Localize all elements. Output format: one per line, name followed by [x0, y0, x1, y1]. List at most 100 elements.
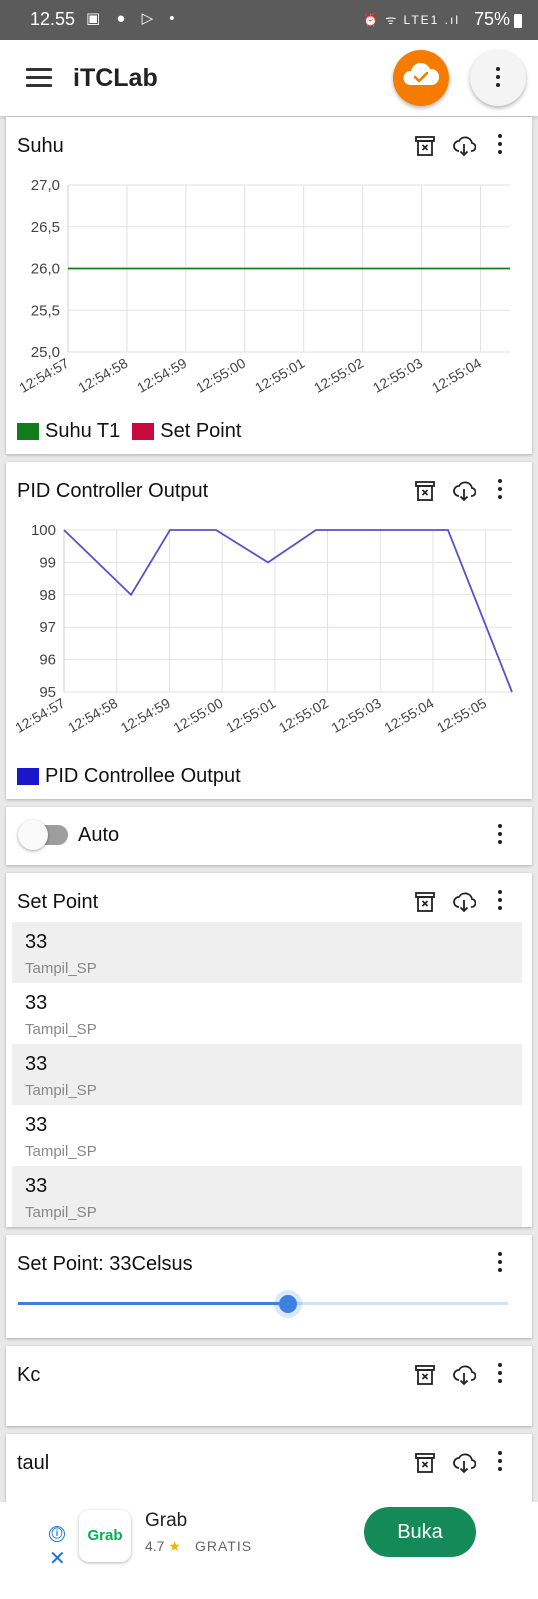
star-icon: ★	[168, 1538, 181, 1554]
card-title: Set Point: 33Celsus	[17, 1253, 193, 1275]
x-tick-label: 12:54:58	[75, 355, 130, 396]
slider-fill	[18, 1302, 288, 1305]
list-item-value: 33	[25, 1175, 48, 1197]
ad-app-logo[interactable]: Grab	[79, 1510, 131, 1562]
ad-price-label: GRATIS	[195, 1538, 253, 1554]
suhu-chart: 27,026,526,025,525,012:54:57 12:54:58 12:5…	[16, 177, 511, 396]
ad-app-name: Grab	[145, 1510, 188, 1531]
y-tick-label: 96	[39, 652, 56, 669]
suhu-legend: Suhu T1 Set Point	[17, 420, 241, 443]
x-tick-label: 12:54:58	[65, 695, 120, 736]
y-tick-label: 100	[31, 522, 56, 539]
card-title: Kc	[17, 1364, 41, 1386]
pid-legend: PID Controllee Output	[17, 765, 241, 788]
archive-clear-icon[interactable]	[413, 1362, 437, 1388]
ad-rating: 4.7 ★	[145, 1538, 181, 1555]
x-tick-label: 12:55:03	[370, 355, 425, 396]
suhu-card: Suhu 27,0 26,5 26,0 25,5 25,0 12:54:57 12:54:5…	[6, 117, 532, 454]
x-tick-label: 12:55:03	[329, 695, 384, 736]
list-item-label: Tampil_SP	[25, 1143, 97, 1160]
y-tick-label: 98	[39, 587, 56, 604]
legend-swatch-pid	[17, 768, 39, 785]
card-menu-icon[interactable]	[497, 890, 503, 914]
card-title: Suhu	[17, 135, 64, 157]
x-tick-label: 12:54:59	[134, 355, 189, 396]
taul-card: taul	[6, 1434, 532, 1504]
card-menu-icon[interactable]	[497, 824, 503, 848]
notification-icons: ▣ ● ▷ •	[86, 10, 181, 27]
series-line	[63, 529, 513, 693]
setpoint-list-card: Set Point 33 Tampil_SP 33 Tampil_SP 33 T…	[6, 873, 532, 1227]
x-tick-label: 12:55:00	[193, 355, 248, 396]
x-tick-label: 12:54:59	[118, 695, 173, 736]
card-menu-icon[interactable]	[497, 479, 503, 503]
list-item-label: Tampil_SP	[25, 1082, 97, 1099]
battery-level: 75%	[473, 9, 510, 29]
x-tick-label: 12:55:04	[429, 355, 484, 396]
y-tick-label: 25,5	[31, 302, 60, 319]
cloud-download-icon[interactable]	[452, 478, 476, 504]
auto-toggle-knob[interactable]	[18, 820, 48, 850]
app-title: iTCLab	[73, 64, 158, 92]
x-tick-label: 12:55:04	[381, 695, 436, 736]
x-tick-label: 12:55:01	[252, 355, 307, 396]
card-menu-icon[interactable]	[497, 134, 503, 158]
list-item-label: Tampil_SP	[25, 1204, 97, 1221]
setpoint-slider-card: Set Point: 33Celsus	[6, 1235, 532, 1338]
legend-label-pid: PID Controllee Output	[45, 765, 241, 787]
card-title: taul	[17, 1452, 50, 1474]
auto-card: Auto	[6, 807, 532, 865]
pid-chart: 100999897969512:54:5712:54:5812:54:5912:…	[12, 522, 513, 736]
cloud-sync-button[interactable]	[393, 50, 449, 106]
y-tick-label: 99	[39, 554, 56, 571]
x-tick-label: 12:55:00	[170, 695, 225, 736]
y-tick-label: 27,0	[31, 177, 60, 194]
list-item[interactable]: 33 Tampil_SP	[12, 1105, 522, 1166]
x-tick-label: 12:55:02	[311, 355, 366, 396]
auto-label: Auto	[78, 824, 120, 846]
x-tick-label: 12:55:05	[434, 695, 489, 736]
signal-icons: ⏰ ᯤ LTE1 .ıl	[362, 13, 460, 27]
list-item[interactable]: 33 Tampil_SP	[12, 1166, 522, 1227]
x-tick-label: 12:55:02	[276, 695, 331, 736]
y-tick-label: 97	[39, 619, 56, 636]
y-tick-label: 26,5	[31, 219, 60, 236]
list-item[interactable]: 33 Tampil_SP	[12, 922, 522, 983]
app-bar: iTCLab	[0, 40, 538, 116]
legend-label-setpoint: Set Point	[160, 420, 242, 442]
menu-icon[interactable]	[26, 68, 52, 88]
ad-close-icon[interactable]: ✕	[49, 1546, 66, 1571]
list-item[interactable]: 33 Tampil_SP	[12, 983, 522, 1044]
cloud-download-icon[interactable]	[452, 1362, 476, 1388]
card-menu-icon[interactable]	[497, 1252, 503, 1276]
ad-open-button[interactable]: Buka	[364, 1507, 476, 1557]
card-menu-icon[interactable]	[497, 1451, 503, 1475]
ad-info-icon[interactable]: ⓘ	[49, 1526, 65, 1542]
more-vert-icon	[495, 67, 501, 91]
list-item-value: 33	[25, 931, 48, 953]
status-bar: 12.55 ▣ ● ▷ • ⏰ ᯤ LTE1 .ıl 75%	[0, 0, 538, 40]
cloud-check-icon	[403, 62, 440, 85]
archive-clear-icon[interactable]	[413, 133, 437, 159]
archive-clear-icon[interactable]	[413, 478, 437, 504]
archive-clear-icon[interactable]	[413, 889, 437, 915]
slider-thumb[interactable]	[278, 1295, 297, 1313]
card-title: Set Point	[17, 891, 99, 913]
cloud-download-icon[interactable]	[452, 889, 476, 915]
ad-rating-value: 4.7	[145, 1538, 165, 1554]
x-tick-label: 12:55:01	[223, 695, 278, 736]
card-menu-icon[interactable]	[497, 1363, 503, 1387]
list-item-value: 33	[25, 992, 48, 1014]
pid-card: PID Controller Output 100 99 98 97 96 95 12:54…	[6, 462, 532, 799]
y-tick-label: 26,0	[31, 261, 60, 278]
setpoint-slider[interactable]	[18, 1295, 508, 1313]
list-item[interactable]: 33 Tampil_SP	[12, 1044, 522, 1105]
legend-swatch-setpoint	[132, 423, 155, 440]
archive-clear-icon[interactable]	[413, 1450, 437, 1476]
legend-label-suhu: Suhu T1	[45, 420, 121, 442]
more-options-button[interactable]	[470, 50, 526, 106]
ad-banner: ⓘ ✕ Grab Grab 4.7 ★ GRATIS Buka	[0, 1502, 538, 1599]
cloud-download-icon[interactable]	[452, 133, 476, 159]
cloud-download-icon[interactable]	[452, 1450, 476, 1476]
list-item-label: Tampil_SP	[25, 960, 97, 977]
